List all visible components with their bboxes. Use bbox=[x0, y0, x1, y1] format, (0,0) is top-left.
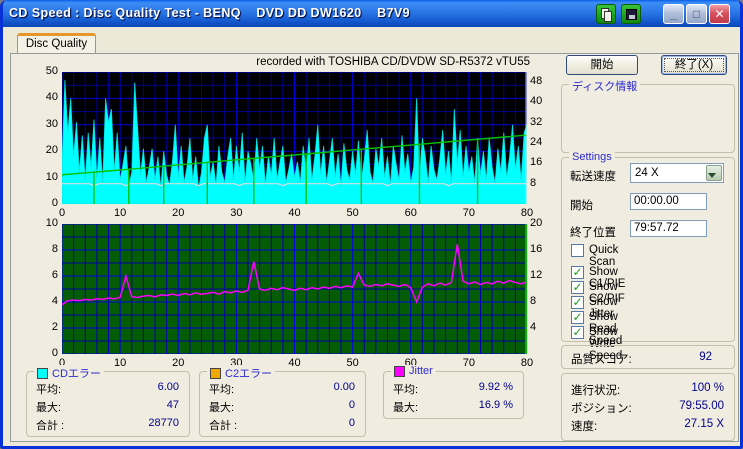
chevron-down-icon[interactable] bbox=[706, 165, 722, 181]
avg-value: 9.92 % bbox=[478, 381, 513, 393]
tick-label: 20 bbox=[172, 207, 185, 219]
quality-score-label: 品質スコア: bbox=[571, 354, 632, 366]
floppy-disk-icon[interactable] bbox=[621, 4, 641, 24]
app-window: CD Speed : Disc Quality Test - BENQ DVD … bbox=[0, 0, 743, 449]
transfer-speed-select[interactable]: 24 X bbox=[630, 163, 724, 183]
c1-legend-swatch bbox=[37, 367, 48, 379]
tick-label: 50 bbox=[346, 207, 359, 219]
tick-label: 70 bbox=[462, 207, 475, 219]
max-value: 0 bbox=[348, 399, 355, 411]
exit-button[interactable]: 終了(X) bbox=[661, 55, 727, 75]
speed-label: 速度: bbox=[571, 421, 598, 433]
progress-group: 進行状況: 100 % ポジション: 79:55.00 速度: 27.15 X bbox=[561, 373, 735, 441]
c2-legend-swatch bbox=[210, 367, 221, 379]
top-chart-plot bbox=[61, 71, 528, 205]
client-area: Disc Quality recorded with TOSHIBA CD/DV… bbox=[3, 27, 740, 446]
avg-label: 平均: bbox=[393, 384, 419, 396]
tick-label: 24 bbox=[530, 136, 543, 149]
tick-label: 8 bbox=[51, 243, 58, 255]
tick-label: 4 bbox=[51, 295, 58, 307]
tick-label: 40 bbox=[45, 91, 58, 104]
total-value: 28770 bbox=[148, 417, 179, 429]
disc-info-caption: ディスク情報 bbox=[569, 78, 641, 94]
end-position-label: 終了位置 bbox=[570, 227, 616, 239]
tick-label: 10 bbox=[45, 217, 58, 229]
max-label: 最大: bbox=[36, 402, 62, 414]
position-label: ポジション: bbox=[571, 403, 632, 415]
tick-label: 40 bbox=[288, 207, 301, 219]
quality-score-group: 品質スコア: 92 bbox=[561, 345, 735, 369]
close-button[interactable]: ✕ bbox=[709, 4, 730, 24]
tick-label: 16 bbox=[530, 243, 543, 255]
total-label: 合計 : bbox=[209, 420, 238, 432]
quality-score-value: 92 bbox=[699, 351, 712, 363]
avg-value: 0.00 bbox=[333, 381, 355, 393]
documents-icon[interactable] bbox=[596, 4, 616, 24]
tick-label: 48 bbox=[530, 75, 543, 88]
jitter-legend-swatch bbox=[394, 365, 405, 377]
tick-label: 40 bbox=[288, 357, 301, 369]
tick-label: 10 bbox=[114, 207, 127, 219]
max-label: 最大: bbox=[209, 402, 235, 414]
c2-error-caption: C2エラー bbox=[207, 365, 276, 381]
jitter-caption: Jitter bbox=[391, 365, 436, 377]
speed-value: 27.15 X bbox=[684, 418, 724, 430]
total-label: 合計 : bbox=[36, 420, 65, 432]
tick-label: 50 bbox=[45, 65, 58, 77]
tick-label: 8 bbox=[530, 176, 537, 189]
tick-label: 6 bbox=[51, 269, 58, 281]
avg-label: 平均: bbox=[209, 384, 235, 396]
minimize-button[interactable]: _ bbox=[663, 4, 684, 24]
end-position-field[interactable]: 79:57.72 bbox=[630, 220, 707, 237]
settings-group: Settings bbox=[561, 151, 735, 342]
tick-label: 30 bbox=[45, 117, 58, 130]
max-value: 47 bbox=[166, 399, 179, 411]
window-title: CD Speed : Disc Quality Test - BENQ DVD … bbox=[9, 6, 410, 20]
tick-label: 4 bbox=[530, 321, 537, 333]
c1-error-caption: CDエラー bbox=[34, 365, 104, 381]
avg-value: 6.00 bbox=[157, 381, 179, 393]
bottom-chart-plot bbox=[61, 223, 528, 355]
tab-disc-quality[interactable]: Disc Quality bbox=[17, 33, 96, 54]
c1-error-stats-group: CDエラー 平均: 6.00 最大: 47 合計 : 28770 bbox=[26, 365, 190, 437]
progress-value: 100 % bbox=[691, 382, 724, 394]
tick-label: 10 bbox=[45, 170, 58, 183]
titlebar[interactable]: CD Speed : Disc Quality Test - BENQ DVD … bbox=[3, 0, 740, 27]
start-position-label: 開始 bbox=[570, 200, 593, 212]
tick-label: 20 bbox=[172, 357, 185, 369]
total-value: 0 bbox=[348, 417, 355, 429]
maximize-button[interactable]: □ bbox=[686, 4, 707, 24]
jitter-stats-group: Jitter 平均: 9.92 % 最大: 16.9 % bbox=[383, 365, 524, 419]
tick-label: 50 bbox=[346, 357, 359, 369]
start-position-field[interactable]: 00:00.00 bbox=[630, 193, 707, 210]
start-button[interactable]: 開始 bbox=[566, 55, 638, 75]
tick-label: 20 bbox=[45, 144, 58, 157]
position-value: 79:55.00 bbox=[679, 400, 724, 412]
avg-label: 平均: bbox=[36, 384, 62, 396]
disc-info-group: ディスク情報 タイプ: Data CD ID: unknown 日付: 27 A… bbox=[561, 78, 735, 153]
tick-label: 20 bbox=[530, 217, 543, 229]
tick-label: 40 bbox=[530, 95, 543, 108]
chart-header: recorded with TOSHIBA CD/DVDW SD-R5372 v… bbox=[256, 56, 530, 68]
c2-error-stats-group: C2エラー 平均: 0.00 最大: 0 合計 : 0 bbox=[199, 365, 366, 437]
tick-label: 60 bbox=[404, 207, 417, 219]
tick-label: 12 bbox=[530, 269, 543, 281]
transfer-speed-label: 転送速度 bbox=[570, 171, 616, 183]
max-label: 最大: bbox=[393, 402, 419, 414]
tick-label: 80 bbox=[520, 357, 534, 369]
tick-label: 32 bbox=[530, 115, 543, 128]
settings-caption: Settings bbox=[569, 151, 615, 163]
tick-label: 8 bbox=[530, 295, 537, 307]
tick-label: 16 bbox=[530, 156, 543, 169]
progress-label: 進行状況: bbox=[571, 385, 621, 397]
tick-label: 2 bbox=[51, 321, 58, 333]
tick-label: 30 bbox=[230, 207, 243, 219]
tick-label: 10 bbox=[114, 357, 127, 369]
tick-label: 70 bbox=[462, 357, 475, 369]
max-value: 16.9 % bbox=[478, 399, 513, 411]
